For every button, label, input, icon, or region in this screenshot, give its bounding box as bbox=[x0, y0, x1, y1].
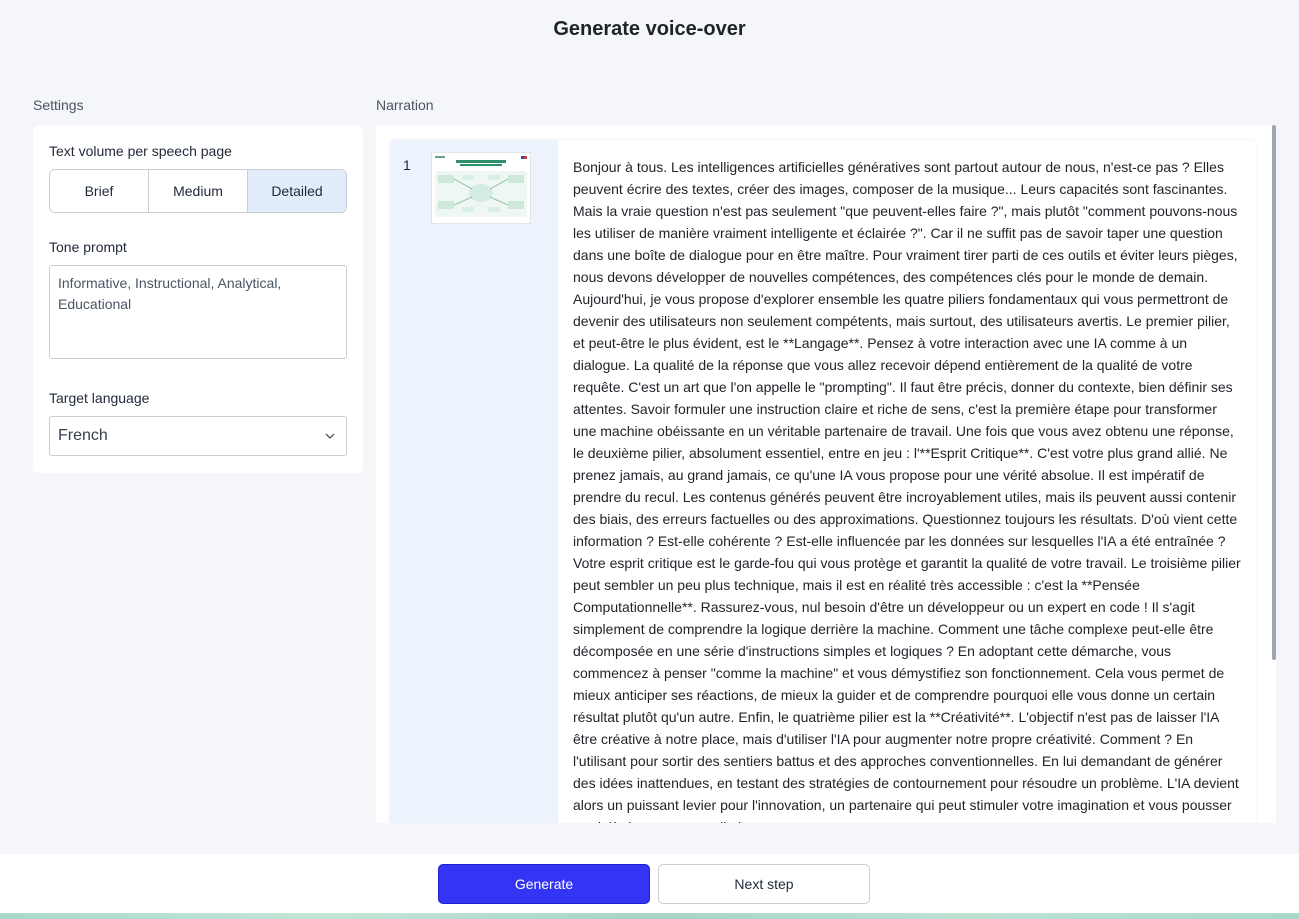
target-language-select[interactable]: French bbox=[49, 416, 347, 456]
next-step-button[interactable]: Next step bbox=[658, 864, 870, 904]
narration-card: 1 Bonjour à tous. Les intelligences arti… bbox=[390, 140, 1256, 823]
generate-button[interactable]: Generate bbox=[438, 864, 650, 904]
target-language-label: Target language bbox=[49, 390, 150, 406]
tone-prompt-textarea[interactable]: Informative, Instructional, Analytical, … bbox=[49, 265, 347, 359]
segment-brief[interactable]: Brief bbox=[50, 170, 149, 212]
segment-detailed[interactable]: Detailed bbox=[248, 170, 346, 212]
text-volume-segmented-control: Brief Medium Detailed bbox=[49, 169, 347, 213]
narration-scrollbar[interactable] bbox=[1266, 125, 1276, 823]
settings-panel: Text volume per speech page Brief Medium… bbox=[33, 125, 363, 473]
narration-card-side: 1 bbox=[390, 140, 558, 823]
narration-section-label: Narration bbox=[376, 97, 434, 113]
page-title: Generate voice-over bbox=[553, 18, 746, 40]
footer-bar: Generate Next step bbox=[0, 854, 1299, 914]
segment-medium[interactable]: Medium bbox=[149, 170, 248, 212]
tone-prompt-label: Tone prompt bbox=[49, 239, 127, 255]
scrollbar-thumb[interactable] bbox=[1272, 125, 1276, 660]
bottom-decorative-strip bbox=[0, 913, 1299, 919]
chevron-down-icon bbox=[325, 433, 335, 439]
narration-panel: 1 Bonjour à tous. Les intelligences arti… bbox=[376, 125, 1276, 823]
slide-thumbnail[interactable] bbox=[431, 152, 531, 224]
text-volume-label: Text volume per speech page bbox=[49, 143, 232, 159]
page-number: 1 bbox=[403, 157, 411, 173]
target-language-value: French bbox=[58, 427, 108, 444]
narration-text[interactable]: Bonjour à tous. Les intelligences artifi… bbox=[558, 140, 1256, 823]
settings-section-label: Settings bbox=[33, 97, 84, 113]
slide-thumbnail-image bbox=[432, 153, 530, 223]
